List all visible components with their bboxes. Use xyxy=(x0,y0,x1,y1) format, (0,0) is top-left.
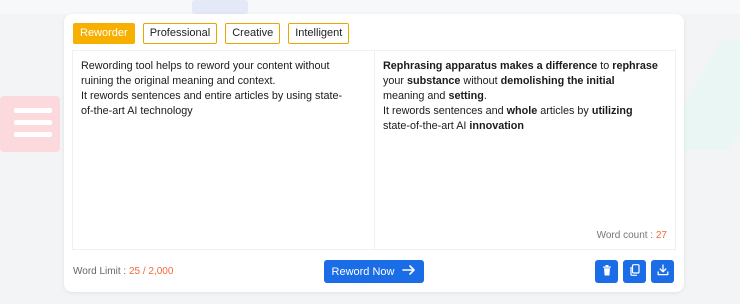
output-phrase: to xyxy=(597,60,613,72)
output-phrase: without xyxy=(460,75,501,87)
output-line: It rewords sentences and whole articles … xyxy=(383,104,667,119)
tab-intelligent[interactable]: Intelligent xyxy=(288,23,350,44)
word-count-label: Word count : xyxy=(596,230,656,241)
word-count: Word count : 27 xyxy=(597,230,667,241)
download-button[interactable] xyxy=(651,260,674,283)
input-text: Rewording tool helps to reword your cont… xyxy=(73,51,374,119)
input-line: ruining the original meaning and context… xyxy=(81,75,276,87)
output-text: Rephrasing apparatus makes a difference … xyxy=(375,51,675,134)
output-panel: Rephrasing apparatus makes a difference … xyxy=(374,50,676,250)
reword-now-label: Reword Now xyxy=(331,265,395,278)
mode-tabs: Reworder Professional Creative Intellige… xyxy=(73,23,350,44)
tab-professional[interactable]: Professional xyxy=(142,23,218,44)
reword-card: Reworder Professional Creative Intellige… xyxy=(64,14,684,292)
tab-reworder[interactable]: Reworder xyxy=(73,23,135,44)
changed-phrase: substance xyxy=(407,75,461,87)
changed-phrase: rephrase xyxy=(612,60,658,72)
output-phrase: It rewords sentences and xyxy=(383,105,507,117)
word-limit-value: 25 / 2,000 xyxy=(128,266,174,277)
changed-phrase: Rephrasing apparatus makes a difference xyxy=(383,60,598,72)
changed-phrase: innovation xyxy=(469,120,525,132)
input-line: of-the-art AI technology xyxy=(81,105,193,117)
changed-phrase: demolishing the initial xyxy=(500,75,615,87)
reword-now-button[interactable]: Reword Now xyxy=(324,260,424,283)
tab-creative[interactable]: Creative xyxy=(225,23,281,44)
download-icon xyxy=(657,263,669,281)
background-decoration-top xyxy=(192,0,248,14)
delete-button[interactable] xyxy=(595,260,618,283)
output-phrase: state-of-the-art AI xyxy=(383,120,470,132)
output-phrase: . xyxy=(483,90,487,102)
changed-phrase: setting xyxy=(448,90,484,102)
output-phrase: articles by xyxy=(537,105,592,117)
copy-icon xyxy=(629,263,640,281)
changed-phrase: utilizing xyxy=(591,105,633,117)
output-line: state-of-the-art AI innovation xyxy=(383,119,667,134)
word-limit: Word Limit : 25 / 2,000 xyxy=(73,266,173,277)
output-line: meaning and setting. xyxy=(383,89,667,104)
input-textarea[interactable]: Rewording tool helps to reword your cont… xyxy=(72,50,374,250)
arrow-right-icon xyxy=(402,265,416,278)
output-phrase: your xyxy=(383,75,408,87)
trash-icon xyxy=(602,263,612,281)
output-line: your substance without demolishing the i… xyxy=(383,74,667,89)
background-top-band xyxy=(0,0,740,14)
input-line: It rewords sentences and entire articles… xyxy=(81,90,343,102)
output-phrase: meaning and xyxy=(383,90,449,102)
word-count-value: 27 xyxy=(655,230,667,241)
word-limit-label: Word Limit : xyxy=(73,266,129,277)
background-chat-decoration xyxy=(0,96,60,152)
copy-button[interactable] xyxy=(623,260,646,283)
changed-phrase: whole xyxy=(506,105,538,117)
input-line: Rewording tool helps to reword your cont… xyxy=(81,60,330,72)
output-line: Rephrasing apparatus makes a difference … xyxy=(383,59,667,74)
